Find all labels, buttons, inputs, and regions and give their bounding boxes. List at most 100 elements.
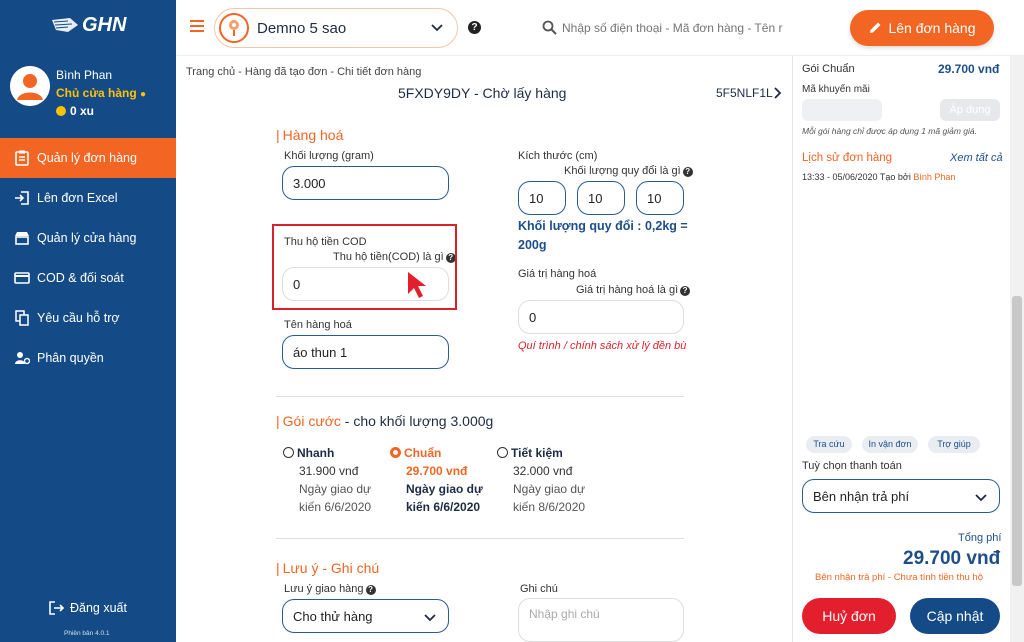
package-option-saving[interactable]: Tiết kiệm 32.000 vnđ Ngày giao dự kiến 8… <box>497 444 603 516</box>
sidebar-item-label: Quản lý đơn hàng <box>37 151 137 165</box>
shop-name: Demno 5 sao <box>257 20 347 37</box>
radio-icon <box>497 447 508 458</box>
card-icon <box>14 270 30 286</box>
help-chip[interactable]: Trợ giúp <box>928 436 980 453</box>
weight-input[interactable]: 3.000 <box>282 166 449 200</box>
question-icon: ? <box>682 167 693 177</box>
chevron-down-icon <box>975 494 987 502</box>
user-role-icon: ● <box>140 89 147 100</box>
weight-label: Khối lượng (gram) <box>284 150 374 162</box>
help-icon[interactable]: ? <box>468 21 481 34</box>
avatar <box>10 66 50 106</box>
sidebar: GHN Bình Phan Chủ cửa hàng ● 0 xu Quản l… <box>0 0 176 642</box>
length-input[interactable]: 10 <box>518 181 566 215</box>
sidebar-item-support[interactable]: Yêu cầu hỗ trợ <box>0 298 176 338</box>
user-profile[interactable]: Bình Phan Chủ cửa hàng ● 0 xu <box>10 66 170 122</box>
search-input[interactable] <box>562 17 792 39</box>
chevron-down-icon <box>431 24 443 32</box>
create-order-button[interactable]: Lên đơn hàng <box>850 10 994 46</box>
goods-name-input[interactable]: áo thun 1 <box>282 335 449 369</box>
lookup-chip[interactable]: Tra cứu <box>806 436 852 453</box>
mouse-cursor-icon <box>408 272 426 298</box>
search-icon <box>542 20 557 35</box>
logout-button[interactable]: Đăng xuất <box>48 600 127 616</box>
package-option-fast[interactable]: Nhanh 31.900 vnđ Ngày giao dự kiến 6/6/2… <box>283 444 389 516</box>
coin-icon <box>56 106 66 116</box>
sidebar-item-orders[interactable]: Quản lý đơn hàng <box>0 138 176 178</box>
location-pin-icon <box>219 13 249 43</box>
version-text: Phiên bản 4.0.1 <box>64 630 110 637</box>
breadcrumb[interactable]: Trang chủ - Hàng đã tạo đơn - Chi tiết đ… <box>186 66 421 78</box>
logo-mark-icon <box>50 16 80 34</box>
promo-label: Mã khuyến mãi <box>802 84 870 95</box>
question-icon: ? <box>680 286 691 296</box>
cancel-order-button[interactable]: Huỷ đơn <box>802 598 896 634</box>
shop-selector[interactable]: Demno 5 sao <box>214 8 458 48</box>
logout-icon <box>48 600 65 616</box>
promo-note: Mỗi gói hàng chỉ được áp dụng 1 mã giảm … <box>802 126 977 136</box>
ghn-logo[interactable]: GHN <box>50 12 140 38</box>
top-bar: Demno 5 sao ? Lên đơn hàng <box>176 0 1024 56</box>
search-box[interactable] <box>538 14 798 42</box>
sidebar-item-label: Lên đơn Excel <box>37 191 118 205</box>
size-label: Kích thước (cm) <box>518 150 598 162</box>
package-name: Gói Chuẩn <box>802 63 855 75</box>
sidebar-item-label: Yêu cầu hỗ trợ <box>37 311 120 325</box>
sidebar-item-store[interactable]: Quản lý cửa hàng <box>0 218 176 258</box>
apply-promo-button[interactable]: Áp dụng <box>940 99 1000 121</box>
promo-input[interactable] <box>802 99 882 121</box>
chevron-right-icon[interactable] <box>772 87 782 99</box>
section-package-title: | Gói cước - cho khối lượng 3.000g <box>276 413 494 429</box>
clipboard-icon <box>14 150 30 166</box>
logout-label: Đăng xuất <box>70 601 127 615</box>
total-value: 29.700 vnđ <box>903 548 1001 569</box>
sidebar-item-cod[interactable]: COD & đối soát <box>0 258 176 298</box>
import-icon <box>14 190 30 206</box>
sidebar-item-permissions[interactable]: Phân quyền <box>0 338 176 378</box>
scrollbar-thumb[interactable] <box>1012 296 1022 586</box>
payment-select[interactable]: Bên nhận trả phí <box>802 479 1000 513</box>
store-icon <box>14 230 30 246</box>
size-help-link[interactable]: Khối lượng quy đổi là gì? <box>564 165 693 177</box>
note-textarea[interactable]: Nhập ghi chú <box>518 598 684 642</box>
goods-value-help-link[interactable]: Giá trị hàng hoá là gì? <box>576 284 691 296</box>
radio-icon <box>283 447 294 458</box>
section-goods-title: | Hàng hoá <box>276 127 344 143</box>
radio-selected-icon <box>390 447 401 458</box>
page-title: 5FXDY9DY - Chờ lấy hàng <box>398 85 567 101</box>
height-input[interactable]: 10 <box>636 181 684 215</box>
logo-text: GHN <box>82 13 127 36</box>
print-waybill-chip[interactable]: In vận đơn <box>862 436 918 453</box>
user-role: Chủ cửa hàng ● <box>56 86 147 100</box>
package-price: 29.700 vnđ <box>938 62 1000 76</box>
width-input[interactable]: 10 <box>577 181 625 215</box>
coin-balance: 0 xu <box>56 104 94 118</box>
chevron-down-icon <box>424 614 436 622</box>
section-notes-title: | Lưu ý - Ghi chú <box>276 560 380 576</box>
payment-label: Tuỳ chọn thanh toán <box>802 460 902 472</box>
sidebar-item-label: Phân quyền <box>37 351 104 365</box>
policy-link[interactable]: Quí trình / chính sách xử lý đền bù <box>518 340 686 352</box>
sidebar-item-label: COD & đối soát <box>37 271 124 285</box>
goods-value-input[interactable]: 0 <box>518 300 684 334</box>
divider <box>276 396 684 397</box>
goods-name-label: Tên hàng hoá <box>284 319 352 331</box>
documents-icon <box>14 310 30 326</box>
note-label: Ghi chú <box>520 583 558 595</box>
menu-toggle-icon[interactable] <box>190 20 204 34</box>
total-label: Tổng phí <box>958 532 1002 544</box>
history-title: Lịch sử đơn hàng <box>802 152 893 164</box>
delivery-note-select[interactable]: Cho thử hàng <box>282 599 449 633</box>
users-gear-icon <box>14 350 31 366</box>
total-note: Bên nhận trả phí - Chưa tính tiền thu hộ <box>815 572 983 583</box>
sidebar-item-excel[interactable]: Lên đơn Excel <box>0 178 176 218</box>
pencil-icon <box>870 22 881 33</box>
order-code: 5F5NLF1L <box>716 86 773 100</box>
question-icon[interactable]: ? <box>365 585 376 595</box>
update-order-button[interactable]: Cập nhật <box>910 598 1000 634</box>
sidebar-nav: Quản lý đơn hàng Lên đơn Excel Quản lý c… <box>0 138 176 378</box>
package-option-standard[interactable]: Chuẩn 29.700 vnđ Ngày giao dự kiến 6/6/2… <box>390 444 496 516</box>
history-view-all-link[interactable]: Xem tất cả <box>950 152 1003 164</box>
sidebar-item-label: Quản lý cửa hàng <box>37 231 137 245</box>
delivery-note-label: Lưu ý giao hàng? <box>284 583 376 595</box>
